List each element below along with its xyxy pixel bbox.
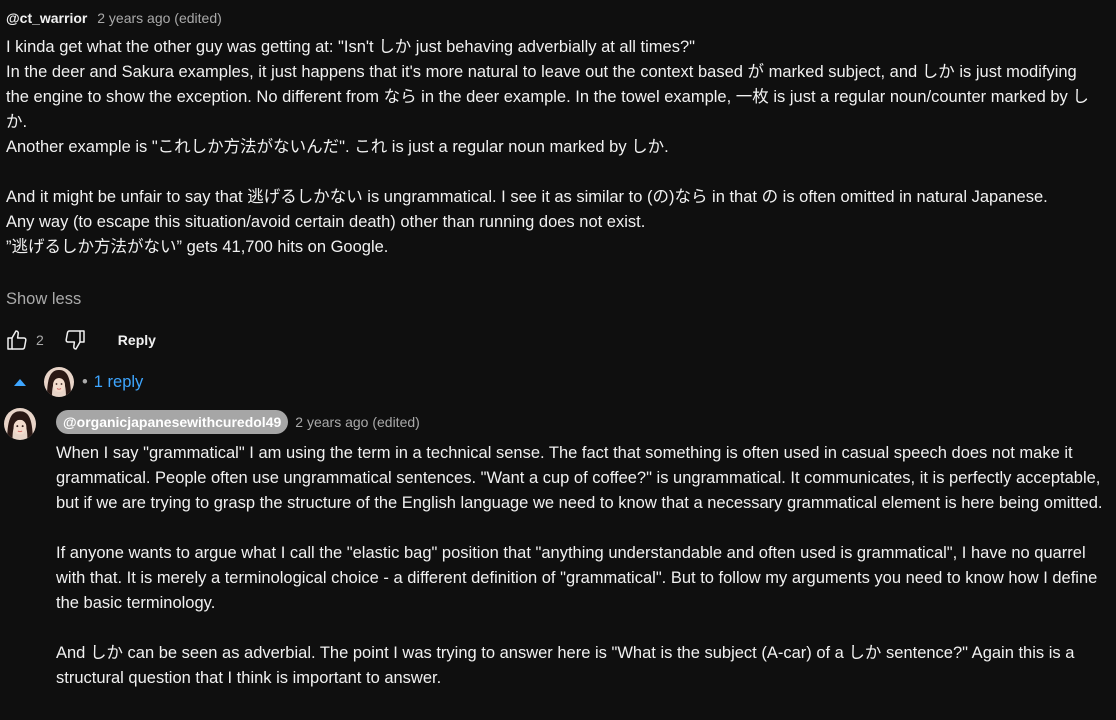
reply-timestamp[interactable]: 2 years ago (edited) <box>295 414 420 430</box>
reply-header: @organicjapanesewithcuredol49 2 years ag… <box>56 410 420 434</box>
comment-line: Another example is "これしか方法がないんだ". これ is … <box>6 138 669 156</box>
reply-body: When I say "grammatical" I am using the … <box>56 441 1106 691</box>
show-less-button[interactable]: Show less <box>6 290 81 309</box>
comment-timestamp[interactable]: 2 years ago (edited) <box>97 10 222 26</box>
comment-header: @ct_warrior 2 years ago (edited) <box>6 9 222 27</box>
thumbs-up-icon[interactable] <box>4 327 30 353</box>
reply-paragraph: And しか can be seen as adverbial. The poi… <box>56 644 1075 687</box>
caret-up-icon[interactable] <box>14 378 26 386</box>
separator-dot: • <box>82 372 88 391</box>
replies-toggle[interactable]: • 1 reply <box>10 366 143 398</box>
comment-author[interactable]: @ct_warrior <box>6 10 87 26</box>
comment-line: And it might be unfair to say that 逃げるしか… <box>6 188 1048 206</box>
reply-paragraph: If anyone wants to argue what I call the… <box>56 544 1098 612</box>
reply-count-label[interactable]: 1 reply <box>94 373 144 392</box>
reply-author-chip[interactable]: @organicjapanesewithcuredol49 <box>56 410 289 434</box>
comment-body: I kinda get what the other guy was getti… <box>6 35 1096 260</box>
reply-paragraph: When I say "grammatical" I am using the … <box>56 444 1103 512</box>
comment-line: ”逃げるしか方法がない” gets 41,700 hits on Google. <box>6 238 389 256</box>
reply-button[interactable]: Reply <box>118 332 156 348</box>
avatar <box>44 367 74 397</box>
avatar[interactable] <box>4 408 36 440</box>
comment-line <box>6 160 1096 185</box>
comment-line: In the deer and Sakura examples, it just… <box>6 63 1089 131</box>
like-count: 2 <box>36 332 44 348</box>
thumbs-down-icon[interactable] <box>62 327 88 353</box>
comment-actions: 2 Reply <box>4 325 156 355</box>
comment-line: Any way (to escape this situation/avoid … <box>6 213 646 231</box>
comment-line: I kinda get what the other guy was getti… <box>6 38 695 56</box>
